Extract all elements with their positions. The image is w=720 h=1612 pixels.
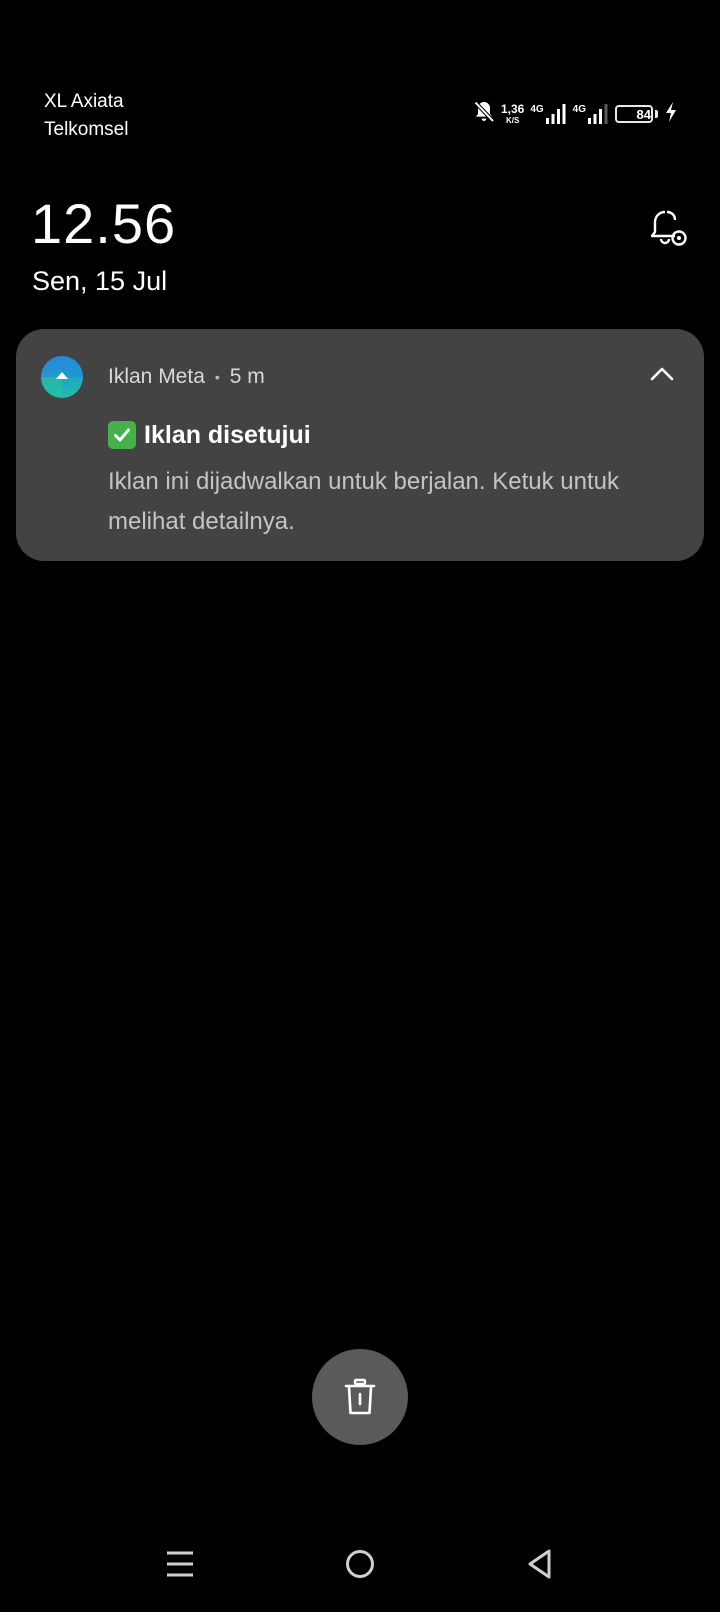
home-button[interactable]	[340, 1544, 380, 1584]
network-speed-value: 1,36	[500, 102, 525, 116]
home-icon	[346, 1550, 374, 1578]
notification-title: Iklan disetujui	[144, 421, 311, 449]
meta-ads-app-icon	[41, 356, 83, 398]
sim2-network-type: 4G	[572, 104, 586, 115]
trash-icon	[344, 1378, 376, 1415]
network-speed: 1,36 K/S	[501, 103, 524, 125]
back-icon	[528, 1549, 551, 1579]
notification-title-row: Iklan disetujui	[108, 420, 311, 450]
notification-header: Iklan Meta • 5 m	[108, 364, 265, 390]
lockscreen-date: Sen, 15 Jul	[32, 266, 168, 296]
carrier-names: XL Axiata Telkomsel	[44, 88, 128, 144]
sim2-signal: 4G	[573, 103, 609, 125]
signal-icon	[588, 104, 608, 124]
app-name: Iklan Meta	[108, 365, 205, 388]
notification-settings-button[interactable]	[648, 208, 690, 250]
battery-shell: 84	[615, 105, 653, 123]
clear-all-notifications-button[interactable]	[312, 1349, 408, 1445]
sim1-signal: 4G	[530, 103, 566, 125]
carrier-2: Telkomsel	[44, 119, 129, 140]
battery-level: 84	[636, 106, 651, 122]
battery-nub	[655, 110, 658, 118]
back-button[interactable]	[520, 1544, 560, 1584]
battery-icon: 84	[615, 105, 658, 123]
check-mark-button-icon	[108, 421, 136, 449]
carrier-1: XL Axiata	[44, 91, 124, 112]
bell-off-icon	[473, 100, 495, 129]
recent-apps-button[interactable]	[160, 1544, 200, 1584]
sim1-network-type: 4G	[530, 104, 544, 115]
collapse-notification-button[interactable]	[648, 362, 676, 386]
charging-icon	[664, 101, 678, 128]
chevron-up-icon	[650, 367, 674, 381]
network-speed-unit: K/S	[505, 116, 520, 125]
notification-time: 5 m	[229, 365, 265, 388]
notification-body: Iklan ini dijadwalkan untuk berjalan. Ke…	[108, 468, 619, 535]
header-separator: •	[214, 369, 220, 385]
menu-icon	[167, 1551, 193, 1577]
lockscreen-time: 12.56	[31, 192, 177, 255]
bell-settings-icon	[650, 210, 687, 246]
signal-icon	[545, 104, 566, 124]
status-icons: 1,36 K/S 4G 4G 84	[473, 98, 678, 130]
